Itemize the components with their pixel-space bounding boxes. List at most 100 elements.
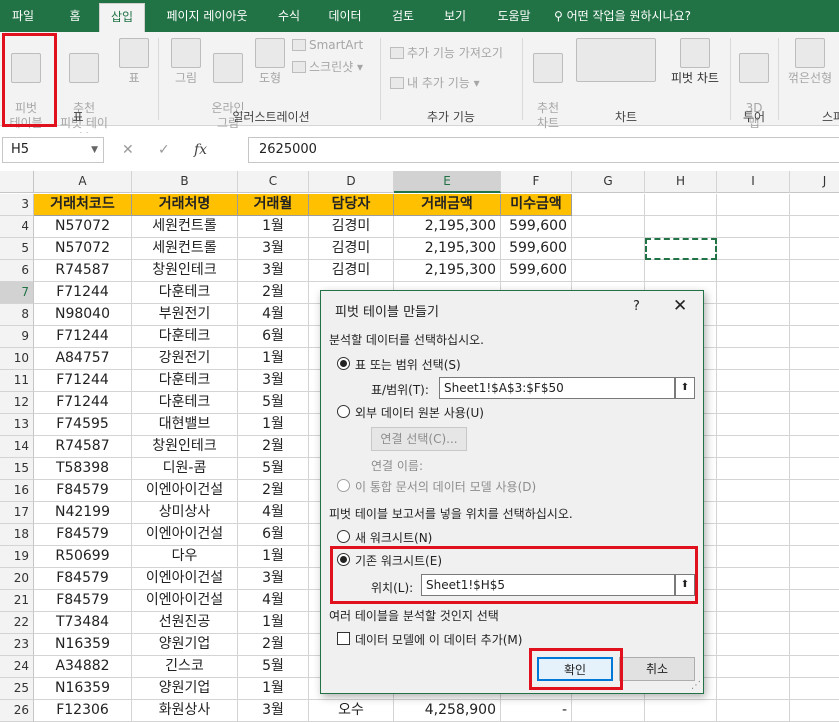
- row-header[interactable]: 9: [0, 326, 34, 348]
- table-header-cell[interactable]: 담당자: [309, 194, 394, 216]
- row-header[interactable]: 7: [0, 282, 34, 304]
- empty-cell[interactable]: [790, 326, 839, 348]
- empty-cell[interactable]: [717, 480, 790, 502]
- empty-cell[interactable]: [790, 282, 839, 304]
- choose-connection-button[interactable]: 연결 선택(C)...: [371, 427, 467, 451]
- table-cell[interactable]: 3월: [238, 568, 309, 590]
- table-cell[interactable]: 2,195,300: [394, 260, 501, 282]
- close-icon[interactable]: ✕: [673, 296, 687, 316]
- table-cell[interactable]: F71244: [34, 370, 132, 392]
- table-cell[interactable]: 이엔아이건설: [132, 524, 238, 546]
- table-cell[interactable]: 김경미: [309, 238, 394, 260]
- table-cell[interactable]: T58398: [34, 458, 132, 480]
- tell-me-box[interactable]: ⚲ 어떤 작업을 원하시나요?: [554, 0, 691, 32]
- table-cell[interactable]: 오수: [309, 700, 394, 722]
- empty-cell[interactable]: [572, 238, 645, 260]
- empty-cell[interactable]: [717, 370, 790, 392]
- tab-help[interactable]: 도움말: [484, 0, 544, 32]
- table-cell[interactable]: F74595: [34, 414, 132, 436]
- empty-cell[interactable]: [790, 194, 839, 216]
- empty-cell[interactable]: [717, 656, 790, 678]
- table-cell[interactable]: 2월: [238, 282, 309, 304]
- table-cell[interactable]: 599,600: [501, 238, 572, 260]
- column-header-j[interactable]: J: [790, 171, 839, 193]
- table-range-input[interactable]: Sheet1!$A$3:$F$50: [439, 377, 675, 399]
- row-header[interactable]: 11: [0, 370, 34, 392]
- table-cell[interactable]: 창원인테크: [132, 436, 238, 458]
- sparkline-line-button[interactable]: 꺾은선형: [782, 38, 838, 86]
- shapes-button[interactable]: 도형: [250, 38, 290, 86]
- empty-cell[interactable]: [717, 678, 790, 700]
- table-cell[interactable]: F71244: [34, 392, 132, 414]
- table-cell[interactable]: 김경미: [309, 216, 394, 238]
- empty-cell[interactable]: [645, 260, 717, 282]
- empty-cell[interactable]: [790, 458, 839, 480]
- row-header[interactable]: 22: [0, 612, 34, 634]
- empty-cell[interactable]: [790, 370, 839, 392]
- add-to-data-model-checkbox[interactable]: [337, 632, 350, 645]
- table-cell[interactable]: 긴스코: [132, 656, 238, 678]
- row-header[interactable]: 8: [0, 304, 34, 326]
- table-cell[interactable]: 양원기업: [132, 634, 238, 656]
- empty-cell[interactable]: [790, 392, 839, 414]
- empty-cell[interactable]: [717, 458, 790, 480]
- empty-cell[interactable]: [717, 194, 790, 216]
- table-button[interactable]: 표: [116, 38, 152, 86]
- empty-cell[interactable]: [790, 348, 839, 370]
- table-cell[interactable]: 1월: [238, 216, 309, 238]
- empty-cell[interactable]: [717, 282, 790, 304]
- table-cell[interactable]: 3월: [238, 370, 309, 392]
- column-header-d[interactable]: D: [309, 171, 394, 193]
- table-cell[interactable]: F84579: [34, 590, 132, 612]
- table-cell[interactable]: 4,258,900: [394, 700, 501, 722]
- empty-cell[interactable]: [717, 326, 790, 348]
- table-cell[interactable]: 다훈테크: [132, 392, 238, 414]
- radio-data-model[interactable]: [337, 479, 350, 492]
- table-cell[interactable]: 6월: [238, 524, 309, 546]
- empty-cell[interactable]: [717, 436, 790, 458]
- table-header-cell[interactable]: 거래처코드: [34, 194, 132, 216]
- table-header-cell[interactable]: 미수금액: [501, 194, 572, 216]
- table-cell[interactable]: 4월: [238, 502, 309, 524]
- empty-cell[interactable]: [717, 304, 790, 326]
- table-cell[interactable]: 599,600: [501, 216, 572, 238]
- table-cell[interactable]: 창원인테크: [132, 260, 238, 282]
- row-header[interactable]: 14: [0, 436, 34, 458]
- table-cell[interactable]: 이엔아이건설: [132, 568, 238, 590]
- table-header-cell[interactable]: 거래처명: [132, 194, 238, 216]
- table-cell[interactable]: F12306: [34, 700, 132, 722]
- table-header-cell[interactable]: 거래월: [238, 194, 309, 216]
- row-header[interactable]: 12: [0, 392, 34, 414]
- empty-cell[interactable]: [790, 304, 839, 326]
- formula-input[interactable]: 2625000: [248, 137, 839, 163]
- table-cell[interactable]: 5월: [238, 392, 309, 414]
- table-cell[interactable]: N16359: [34, 678, 132, 700]
- table-header-cell[interactable]: 거래금액: [394, 194, 501, 216]
- cancel-icon[interactable]: ✕: [122, 137, 134, 163]
- empty-cell[interactable]: [572, 216, 645, 238]
- screenshot-button[interactable]: 스크린샷 ▾: [292, 58, 363, 76]
- column-header-a[interactable]: A: [34, 171, 132, 193]
- empty-cell[interactable]: [717, 524, 790, 546]
- radio-table-range[interactable]: [337, 357, 350, 370]
- table-cell[interactable]: 2월: [238, 634, 309, 656]
- pivot-chart-button[interactable]: 피벗 차트: [664, 38, 726, 86]
- table-cell[interactable]: 이엔아이건설: [132, 590, 238, 612]
- empty-cell[interactable]: [717, 502, 790, 524]
- table-cell[interactable]: 세원컨트롤: [132, 238, 238, 260]
- table-cell[interactable]: A34882: [34, 656, 132, 678]
- table-cell[interactable]: T73484: [34, 612, 132, 634]
- select-all-corner[interactable]: [0, 171, 34, 193]
- help-icon[interactable]: ?: [633, 299, 640, 314]
- empty-cell[interactable]: [790, 546, 839, 568]
- table-cell[interactable]: 이엔아이건설: [132, 480, 238, 502]
- empty-cell[interactable]: [790, 216, 839, 238]
- radio-external-source[interactable]: [337, 405, 350, 418]
- smartart-button[interactable]: SmartArt: [292, 36, 363, 54]
- row-header[interactable]: 10: [0, 348, 34, 370]
- empty-cell[interactable]: [572, 260, 645, 282]
- empty-cell[interactable]: [645, 700, 717, 722]
- table-cell[interactable]: 다훈테크: [132, 326, 238, 348]
- table-cell[interactable]: N42199: [34, 502, 132, 524]
- table-cell[interactable]: N57072: [34, 238, 132, 260]
